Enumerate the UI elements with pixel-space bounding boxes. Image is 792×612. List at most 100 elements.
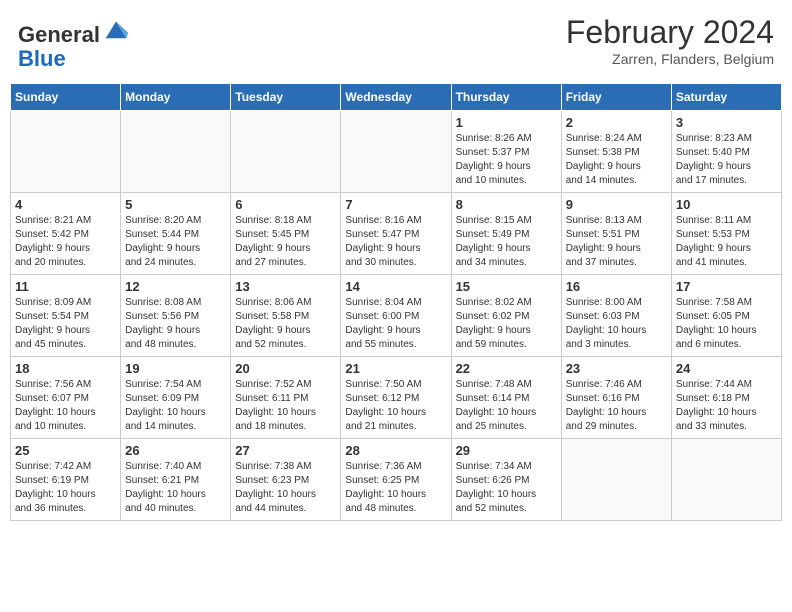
page-header: General Blue February 2024 Zarren, Fland… <box>10 10 782 75</box>
day-info: Sunrise: 8:20 AM Sunset: 5:44 PM Dayligh… <box>125 214 226 270</box>
calendar-cell <box>231 111 341 193</box>
calendar-cell: 23Sunrise: 7:46 AM Sunset: 6:16 PM Dayli… <box>561 357 671 439</box>
calendar-cell: 16Sunrise: 8:00 AM Sunset: 6:03 PM Dayli… <box>561 275 671 357</box>
day-info: Sunrise: 8:09 AM Sunset: 5:54 PM Dayligh… <box>15 296 116 352</box>
logo-text: General <box>18 14 130 47</box>
day-info: Sunrise: 7:56 AM Sunset: 6:07 PM Dayligh… <box>15 378 116 434</box>
calendar-cell: 18Sunrise: 7:56 AM Sunset: 6:07 PM Dayli… <box>11 357 121 439</box>
day-info: Sunrise: 8:08 AM Sunset: 5:56 PM Dayligh… <box>125 296 226 352</box>
day-info: Sunrise: 8:02 AM Sunset: 6:02 PM Dayligh… <box>456 296 557 352</box>
calendar-cell: 19Sunrise: 7:54 AM Sunset: 6:09 PM Dayli… <box>121 357 231 439</box>
location: Zarren, Flanders, Belgium <box>566 51 774 67</box>
calendar-week-3: 18Sunrise: 7:56 AM Sunset: 6:07 PM Dayli… <box>11 357 782 439</box>
day-info: Sunrise: 8:26 AM Sunset: 5:37 PM Dayligh… <box>456 132 557 188</box>
day-number: 1 <box>456 115 557 130</box>
logo-general: General <box>18 22 100 47</box>
day-number: 9 <box>566 197 667 212</box>
day-info: Sunrise: 8:06 AM Sunset: 5:58 PM Dayligh… <box>235 296 336 352</box>
calendar-week-2: 11 Sunrise: 8:09 AM Sunset: 5:54 PM Dayli… <box>11 275 782 357</box>
weekday-header-sunday: Sunday <box>11 84 121 111</box>
day-number: 21 <box>345 361 446 376</box>
calendar-cell: 22 Sunrise: 7:48 AM Sunset: 6:14 PM Dayli… <box>451 357 561 439</box>
day-number: 24 <box>676 361 777 376</box>
calendar-cell <box>671 439 781 521</box>
day-number: 17 <box>676 279 777 294</box>
day-number: 27 <box>235 443 336 458</box>
day-number: 20 <box>235 361 336 376</box>
day-info: Sunrise: 8:04 AM Sunset: 6:00 PM Dayligh… <box>345 296 446 352</box>
weekday-header-saturday: Saturday <box>671 84 781 111</box>
day-info: Sunrise: 8:18 AM Sunset: 5:45 PM Dayligh… <box>235 214 336 270</box>
day-number: 6 <box>235 197 336 212</box>
calendar-cell <box>341 111 451 193</box>
day-info: Sunrise: 8:24 AM Sunset: 5:38 PM Dayligh… <box>566 132 667 188</box>
day-number: 5 <box>125 197 226 212</box>
calendar-cell: 25 Sunrise: 7:42 AM Sunset: 6:19 PM Dayli… <box>11 439 121 521</box>
day-number: 4 <box>15 197 116 212</box>
day-number: 28 <box>345 443 446 458</box>
calendar-cell <box>121 111 231 193</box>
calendar-cell: 4 Sunrise: 8:21 AM Sunset: 5:42 PM Daylig… <box>11 193 121 275</box>
calendar-cell: 20 Sunrise: 7:52 AM Sunset: 6:11 PM Dayli… <box>231 357 341 439</box>
calendar-cell: 21 Sunrise: 7:50 AM Sunset: 6:12 PM Dayli… <box>341 357 451 439</box>
day-info: Sunrise: 7:44 AM Sunset: 6:18 PM Dayligh… <box>676 378 777 434</box>
calendar-week-1: 4 Sunrise: 8:21 AM Sunset: 5:42 PM Daylig… <box>11 193 782 275</box>
calendar-cell: 9 Sunrise: 8:13 AM Sunset: 5:51 PM Daylig… <box>561 193 671 275</box>
day-info: Sunrise: 7:54 AM Sunset: 6:09 PM Dayligh… <box>125 378 226 434</box>
day-info: Sunrise: 7:48 AM Sunset: 6:14 PM Dayligh… <box>456 378 557 434</box>
calendar-cell: 5 Sunrise: 8:20 AM Sunset: 5:44 PM Daylig… <box>121 193 231 275</box>
calendar-body: 1 Sunrise: 8:26 AM Sunset: 5:37 PM Daylig… <box>11 111 782 521</box>
day-number: 3 <box>676 115 777 130</box>
day-number: 12 <box>125 279 226 294</box>
day-number: 23 <box>566 361 667 376</box>
calendar-cell: 24 Sunrise: 7:44 AM Sunset: 6:18 PM Dayli… <box>671 357 781 439</box>
day-number: 11 <box>15 279 116 294</box>
weekday-header-wednesday: Wednesday <box>341 84 451 111</box>
weekday-row: SundayMondayTuesdayWednesdayThursdayFrid… <box>11 84 782 111</box>
calendar-week-4: 25 Sunrise: 7:42 AM Sunset: 6:19 PM Dayli… <box>11 439 782 521</box>
day-number: 13 <box>235 279 336 294</box>
calendar-cell: 28Sunrise: 7:36 AM Sunset: 6:25 PM Dayli… <box>341 439 451 521</box>
day-number: 16 <box>566 279 667 294</box>
weekday-header-friday: Friday <box>561 84 671 111</box>
calendar-cell: 26 Sunrise: 7:40 AM Sunset: 6:21 PM Dayli… <box>121 439 231 521</box>
calendar-table: SundayMondayTuesdayWednesdayThursdayFrid… <box>10 83 782 521</box>
calendar-cell <box>561 439 671 521</box>
day-info: Sunrise: 7:52 AM Sunset: 6:11 PM Dayligh… <box>235 378 336 434</box>
day-number: 25 <box>15 443 116 458</box>
day-number: 26 <box>125 443 226 458</box>
calendar-cell: 13 Sunrise: 8:06 AM Sunset: 5:58 PM Dayli… <box>231 275 341 357</box>
title-block: February 2024 Zarren, Flanders, Belgium <box>566 14 774 67</box>
calendar-cell <box>11 111 121 193</box>
day-number: 2 <box>566 115 667 130</box>
day-number: 22 <box>456 361 557 376</box>
calendar-week-0: 1 Sunrise: 8:26 AM Sunset: 5:37 PM Daylig… <box>11 111 782 193</box>
logo: General Blue <box>18 14 130 71</box>
day-number: 8 <box>456 197 557 212</box>
day-info: Sunrise: 8:21 AM Sunset: 5:42 PM Dayligh… <box>15 214 116 270</box>
day-number: 14 <box>345 279 446 294</box>
month-year: February 2024 <box>566 14 774 51</box>
calendar-cell: 7Sunrise: 8:16 AM Sunset: 5:47 PM Daylig… <box>341 193 451 275</box>
calendar-cell: 3 Sunrise: 8:23 AM Sunset: 5:40 PM Daylig… <box>671 111 781 193</box>
logo-icon <box>102 14 130 42</box>
day-info: Sunrise: 8:23 AM Sunset: 5:40 PM Dayligh… <box>676 132 777 188</box>
day-info: Sunrise: 7:42 AM Sunset: 6:19 PM Dayligh… <box>15 460 116 516</box>
calendar-cell: 14 Sunrise: 8:04 AM Sunset: 6:00 PM Dayli… <box>341 275 451 357</box>
calendar-cell: 17Sunrise: 7:58 AM Sunset: 6:05 PM Dayli… <box>671 275 781 357</box>
day-info: Sunrise: 7:34 AM Sunset: 6:26 PM Dayligh… <box>456 460 557 516</box>
calendar-cell: 1 Sunrise: 8:26 AM Sunset: 5:37 PM Daylig… <box>451 111 561 193</box>
calendar-cell: 29 Sunrise: 7:34 AM Sunset: 6:26 PM Dayli… <box>451 439 561 521</box>
day-info: Sunrise: 8:15 AM Sunset: 5:49 PM Dayligh… <box>456 214 557 270</box>
day-info: Sunrise: 7:40 AM Sunset: 6:21 PM Dayligh… <box>125 460 226 516</box>
weekday-header-monday: Monday <box>121 84 231 111</box>
day-info: Sunrise: 8:16 AM Sunset: 5:47 PM Dayligh… <box>345 214 446 270</box>
day-info: Sunrise: 7:50 AM Sunset: 6:12 PM Dayligh… <box>345 378 446 434</box>
day-number: 15 <box>456 279 557 294</box>
calendar-header: SundayMondayTuesdayWednesdayThursdayFrid… <box>11 84 782 111</box>
day-number: 29 <box>456 443 557 458</box>
calendar-cell: 15 Sunrise: 8:02 AM Sunset: 6:02 PM Dayli… <box>451 275 561 357</box>
calendar-cell: 8 Sunrise: 8:15 AM Sunset: 5:49 PM Daylig… <box>451 193 561 275</box>
day-info: Sunrise: 8:13 AM Sunset: 5:51 PM Dayligh… <box>566 214 667 270</box>
calendar-cell: 2 Sunrise: 8:24 AM Sunset: 5:38 PM Daylig… <box>561 111 671 193</box>
